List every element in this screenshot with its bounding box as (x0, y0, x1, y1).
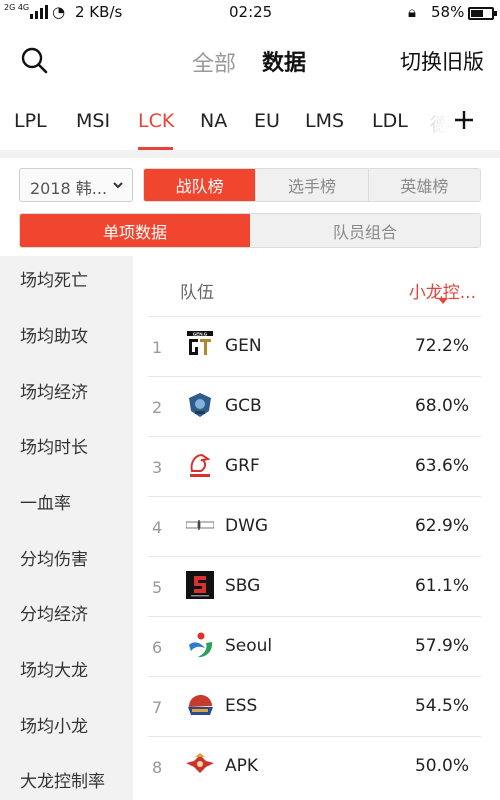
row-rank: 3 (152, 458, 163, 477)
network-type: 2G 4G (4, 3, 30, 12)
data-mode-tabs: 单项数据 队员组合 (19, 213, 481, 248)
row-rank: 7 (152, 698, 163, 717)
ess-logo-icon (188, 695, 213, 715)
league-tab-lpl[interactable]: LPL (14, 110, 47, 132)
rotation-lock-icon: 🔒︎ (408, 3, 416, 21)
search-icon[interactable] (20, 46, 48, 74)
tab-fade (420, 106, 448, 136)
plus-icon[interactable] (452, 108, 476, 132)
season-select[interactable]: 2018 韩... (19, 168, 133, 202)
table-row[interactable]: 8 APK 50.0% (148, 736, 481, 796)
gen-g-logo-icon: GEN.G (187, 331, 213, 355)
team-name: Seoul (225, 636, 273, 656)
sidebar-item-first-blood-rate[interactable]: 一血率 (20, 489, 71, 514)
sidebar-item-gold-per-min[interactable]: 分均经济 (20, 600, 88, 625)
svg-text:GEN.G: GEN.G (193, 331, 208, 336)
table-row[interactable]: 6 Seoul 57.9% (148, 616, 481, 676)
battery-level (471, 10, 483, 17)
sidebar-item-avg-gold[interactable]: 场均经济 (20, 378, 88, 403)
team-stat-value: 57.9% (414, 636, 469, 656)
chevron-down-icon (113, 182, 123, 189)
sidebar-item-baron-control-rate[interactable]: 大龙控制率 (20, 767, 105, 792)
row-rank: 8 (152, 758, 163, 777)
sandbox-logo-icon (186, 571, 214, 599)
team-name: DWG (225, 516, 269, 536)
sidebar-item-avg-duration[interactable]: 场均时长 (20, 433, 88, 458)
league-tab-ldl[interactable]: LDL (372, 110, 408, 132)
table-row[interactable]: 2 GCB 68.0% (148, 376, 481, 436)
top-header: 全部 数据 切换旧版 (0, 26, 500, 92)
tab-single-stat[interactable]: 单项数据 (20, 214, 250, 247)
network-speed: 2 KB/s (75, 3, 123, 21)
row-rank: 4 (152, 518, 163, 537)
team-name: GRF (225, 456, 260, 476)
season-value: 2018 韩... (30, 179, 108, 198)
team-name: GCB (225, 396, 262, 416)
row-rank: 2 (152, 398, 163, 417)
tab-team-ranking[interactable]: 战队榜 (144, 169, 257, 201)
seoul-logo-icon (189, 632, 213, 658)
tab-hero-ranking[interactable]: 英雄榜 (368, 169, 480, 201)
battery-percent: 58% (431, 3, 465, 21)
sidebar-item-damage-per-min[interactable]: 分均伤害 (20, 545, 88, 570)
table-row[interactable]: 4 DWG 62.9% (148, 496, 481, 556)
team-stat-value: 62.9% (414, 516, 469, 536)
team-stat-value: 61.1% (414, 576, 469, 596)
switch-old-version-button[interactable]: 切换旧版 (400, 46, 484, 76)
table-row[interactable]: 1 GEN.G GEN 72.2% (148, 316, 481, 376)
stat-category-sidebar: 场均死亡 场均助攻 场均经济 场均时长 一血率 分均伤害 分均经济 场均大龙 场… (0, 256, 133, 800)
battery-icon (468, 7, 497, 20)
league-tab-na[interactable]: NA (200, 110, 227, 132)
sidebar-item-avg-assists[interactable]: 场均助攻 (20, 322, 88, 347)
column-header-team: 队伍 (180, 283, 214, 303)
table-row[interactable]: 7 ESS 54.5% (148, 676, 481, 736)
sidebar-item-avg-baron[interactable]: 场均大龙 (20, 656, 88, 681)
team-stat-value: 68.0% (414, 396, 469, 416)
row-rank: 1 (152, 338, 163, 357)
league-tab-lms[interactable]: LMS (305, 110, 344, 132)
tab-all[interactable]: 全部 (192, 46, 236, 78)
league-tab-eu[interactable]: EU (254, 110, 280, 132)
gcb-logo-icon (189, 393, 211, 417)
team-name: GEN (225, 336, 262, 356)
tab-player-ranking[interactable]: 选手榜 (256, 169, 369, 201)
ranking-type-tabs: 战队榜 选手榜 英雄榜 (143, 168, 481, 202)
league-tabs: LPL MSI LCK NA EU LMS LDL 德 (0, 92, 500, 150)
team-stat-value: 50.0% (414, 756, 469, 776)
damwon-logo-icon (186, 520, 214, 530)
divider-band (0, 150, 500, 158)
team-stat-value: 72.2% (414, 336, 469, 356)
league-tab-lck[interactable]: LCK (138, 110, 174, 132)
sidebar-item-avg-deaths[interactable]: 场均死亡 (20, 266, 88, 291)
sort-desc-icon (438, 298, 448, 304)
tab-player-combo[interactable]: 队员组合 (250, 214, 480, 247)
wifi-icon: ◔ (52, 3, 66, 21)
tab-data[interactable]: 数据 (262, 45, 306, 77)
griffin-logo-icon (190, 453, 211, 477)
table-row[interactable]: 5 SBG 61.1% (148, 556, 481, 616)
status-bar: 2G 4G ◔ 2 KB/s 02:25 🔒︎ 58% (0, 0, 500, 26)
league-tab-msi[interactable]: MSI (76, 110, 110, 132)
row-rank: 5 (152, 578, 163, 597)
team-name: SBG (225, 576, 261, 596)
clock: 02:25 (229, 3, 273, 21)
team-stat-value: 54.5% (414, 696, 469, 716)
signal-icon (30, 5, 48, 19)
team-name: ESS (225, 696, 258, 716)
sidebar-item-avg-dragon[interactable]: 场均小龙 (20, 712, 88, 737)
team-stat-value: 63.6% (414, 456, 469, 476)
table-row[interactable]: 3 GRF 63.6% (148, 436, 481, 496)
team-name: APK (225, 756, 259, 776)
row-rank: 6 (152, 638, 163, 657)
apk-logo-icon (186, 753, 214, 773)
